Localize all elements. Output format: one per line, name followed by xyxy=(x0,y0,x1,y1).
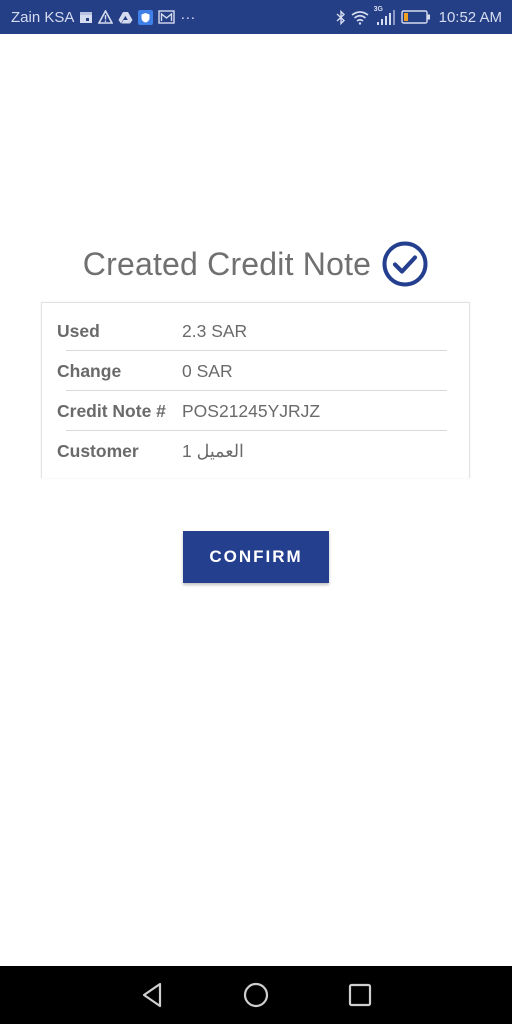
calendar-icon xyxy=(79,9,93,25)
shield-icon xyxy=(138,9,154,25)
more-dots-icon: ··· xyxy=(180,8,196,26)
detail-label: Change xyxy=(57,360,122,381)
detail-row-change: Change 0 SAR xyxy=(57,351,447,391)
detail-value: 2.3 SAR xyxy=(182,320,248,341)
detail-value: 0 SAR xyxy=(182,360,233,381)
mail-icon xyxy=(158,9,176,25)
clock-time: 10:52 AM xyxy=(438,8,502,26)
bluetooth-icon xyxy=(336,9,346,25)
carrier-name: Zain KSA xyxy=(11,8,75,26)
drive-icon xyxy=(118,9,133,25)
detail-label: Used xyxy=(57,320,100,341)
wifi-icon xyxy=(351,9,369,25)
status-bar-right: 3G 10:52 AM xyxy=(336,6,502,26)
home-icon[interactable] xyxy=(236,975,276,1015)
recents-icon[interactable] xyxy=(340,975,380,1015)
detail-label: Customer xyxy=(57,440,139,461)
title-row: Created Credit Note xyxy=(0,238,512,290)
confirm-button[interactable]: CONFIRM xyxy=(183,531,329,583)
status-bar-left: Zain KSA ··· xyxy=(11,9,195,26)
network-type-label: 3G xyxy=(373,6,383,13)
status-bar: Zain KSA ··· 3G 10:52 AM xyxy=(0,0,512,34)
detail-label: Credit Note # xyxy=(57,400,166,421)
system-nav-bar xyxy=(0,966,512,1024)
check-circle-icon xyxy=(381,240,429,288)
signal-icon: 3G xyxy=(373,6,396,25)
detail-row-used: Used 2.3 SAR xyxy=(57,311,447,351)
back-icon[interactable] xyxy=(132,975,172,1015)
warning-icon xyxy=(98,9,114,25)
detail-value: العميل 1 xyxy=(182,440,244,461)
detail-value: POS21245YJRJZ xyxy=(182,400,321,421)
battery-icon xyxy=(400,9,431,25)
detail-row-credit-note-number: Credit Note # POS21245YJRJZ xyxy=(57,391,447,431)
page-title: Created Credit Note xyxy=(82,245,372,282)
detail-row-customer: Customer العميل 1 xyxy=(57,431,447,471)
credit-note-details-card: Used 2.3 SAR Change 0 SAR Credit Note # … xyxy=(41,302,470,478)
